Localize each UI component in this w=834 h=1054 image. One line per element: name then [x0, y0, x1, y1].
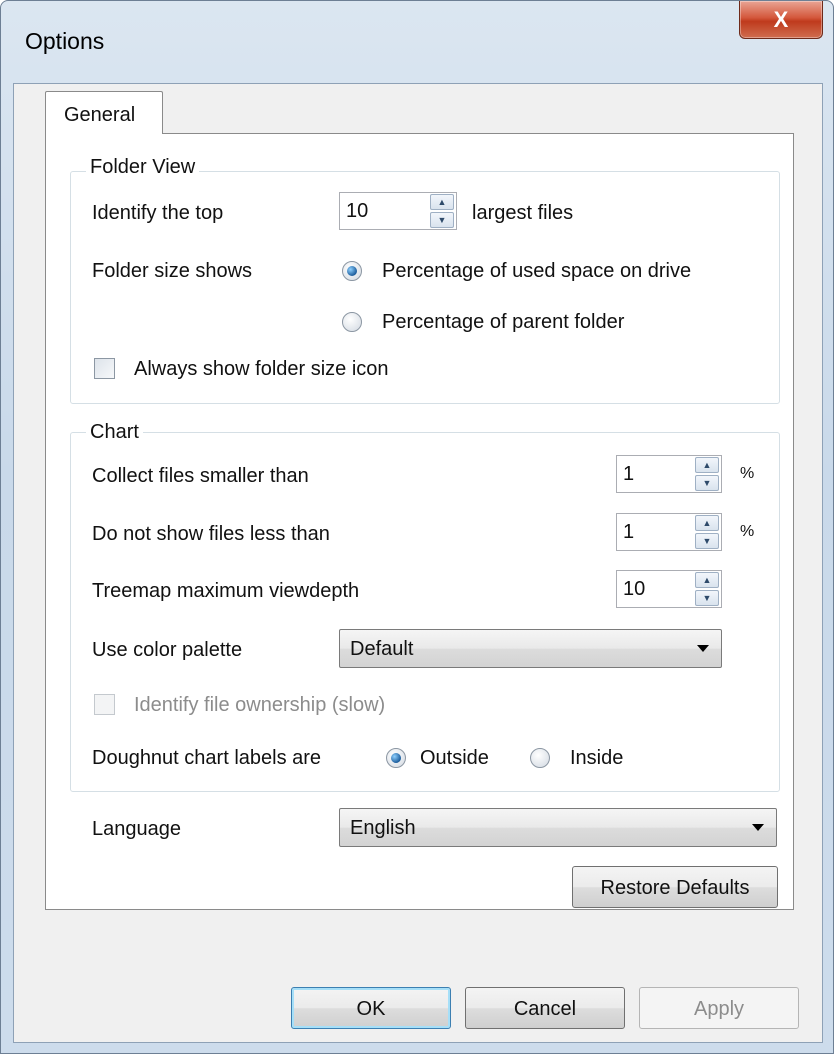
- always-show-icon-checkbox[interactable]: [94, 358, 115, 379]
- collect-files-spinner[interactable]: 1 ▲ ▼: [616, 455, 722, 493]
- spin-down-icon[interactable]: ▼: [695, 475, 719, 491]
- folder-view-legend: Folder View: [86, 156, 200, 179]
- used-space-radio[interactable]: [342, 261, 362, 281]
- language-label: Language: [92, 818, 181, 840]
- ok-button[interactable]: OK: [291, 987, 451, 1029]
- close-icon: X: [773, 6, 789, 32]
- restore-defaults-button[interactable]: Restore Defaults: [572, 866, 778, 908]
- spin-down-icon[interactable]: ▼: [695, 590, 719, 606]
- largest-files-count-value: 10: [346, 199, 369, 222]
- collect-files-unit: %: [740, 465, 755, 482]
- close-button[interactable]: X: [739, 1, 823, 39]
- collect-files-value: 1: [623, 462, 635, 485]
- spin-up-icon[interactable]: ▲: [695, 572, 719, 588]
- apply-button: Apply: [639, 987, 799, 1029]
- window-title: Options: [25, 28, 105, 54]
- hide-files-label: Do not show files less than: [92, 523, 330, 545]
- general-tab-panel: Folder View Identify the top 10 ▲ ▼ larg…: [45, 133, 794, 910]
- doughnut-outside-radio[interactable]: [386, 748, 406, 768]
- file-ownership-checkbox: [94, 694, 115, 715]
- title-bar[interactable]: Options X: [1, 1, 833, 83]
- chart-legend: Chart: [86, 421, 143, 444]
- spin-down-icon[interactable]: ▼: [695, 533, 719, 549]
- treemap-depth-label: Treemap maximum viewdepth: [92, 580, 360, 602]
- always-show-icon-label[interactable]: Always show folder size icon: [134, 358, 389, 381]
- treemap-depth-value: 10: [623, 577, 646, 600]
- identify-top-label: Identify the top: [92, 202, 224, 224]
- language-dropdown[interactable]: English: [339, 808, 777, 847]
- hide-files-unit: %: [740, 523, 755, 540]
- collect-files-label: Collect files smaller than: [92, 465, 309, 487]
- doughnut-inside-radio[interactable]: [530, 748, 550, 768]
- color-palette-label: Use color palette: [92, 639, 243, 661]
- largest-files-count-spinner[interactable]: 10 ▲ ▼: [339, 192, 457, 230]
- hide-files-spinner[interactable]: 1 ▲ ▼: [616, 513, 722, 551]
- tab-general-label: General: [64, 104, 136, 126]
- hide-files-value: 1: [623, 520, 635, 543]
- parent-folder-radio-label[interactable]: Percentage of parent folder: [382, 311, 624, 334]
- tab-general[interactable]: General: [45, 91, 163, 134]
- spin-down-icon[interactable]: ▼: [430, 212, 454, 228]
- spin-up-icon[interactable]: ▲: [695, 457, 719, 473]
- largest-files-label: largest files: [472, 202, 574, 224]
- doughnut-inside-label[interactable]: Inside: [570, 747, 623, 770]
- chevron-down-icon: [752, 824, 764, 831]
- spin-up-icon[interactable]: ▲: [695, 515, 719, 531]
- spin-up-icon[interactable]: ▲: [430, 194, 454, 210]
- language-selected: English: [350, 817, 416, 839]
- file-ownership-label: Identify file ownership (slow): [134, 694, 386, 716]
- parent-folder-radio[interactable]: [342, 312, 362, 332]
- doughnut-labels-label: Doughnut chart labels are: [92, 747, 322, 769]
- options-dialog: Options X General Folder View Identify t…: [0, 0, 834, 1054]
- used-space-radio-label[interactable]: Percentage of used space on drive: [382, 260, 691, 283]
- folder-size-shows-label: Folder size shows: [92, 260, 253, 282]
- doughnut-outside-label[interactable]: Outside: [420, 747, 489, 770]
- color-palette-selected: Default: [350, 638, 414, 660]
- treemap-depth-spinner[interactable]: 10 ▲ ▼: [616, 570, 722, 608]
- color-palette-dropdown[interactable]: Default: [339, 629, 722, 668]
- chevron-down-icon: [697, 645, 709, 652]
- cancel-button[interactable]: Cancel: [465, 987, 625, 1029]
